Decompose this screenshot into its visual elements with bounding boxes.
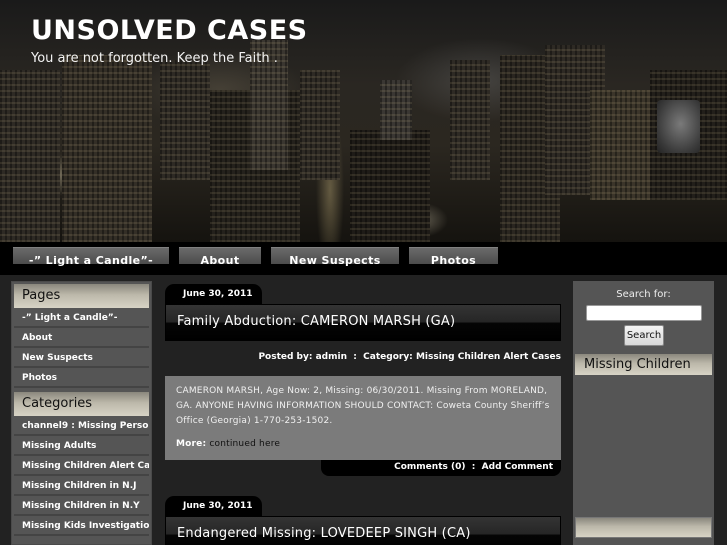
search-button[interactable]: Search	[624, 325, 664, 346]
header-skyline-building	[62, 55, 152, 242]
search-input[interactable]	[586, 305, 702, 321]
footer-separator: :	[471, 462, 476, 472]
pages-widget-title: Pages	[14, 284, 149, 308]
nav-label: About	[200, 254, 240, 267]
post-category-link[interactable]: Missing Children Alert Cases	[416, 352, 561, 362]
sidebar-page-about[interactable]: About	[14, 328, 149, 348]
nav-light-a-candle[interactable]: -” Light a Candle”-	[13, 247, 169, 267]
site-tagline: You are not forgotten. Keep the Faith .	[31, 51, 278, 66]
main-nav: -” Light a Candle”- About New Suspects P…	[0, 242, 727, 275]
post-date: June 30, 2011	[165, 496, 262, 516]
post-author-link[interactable]: admin	[316, 352, 347, 362]
posted-by-label: Posted by:	[258, 352, 313, 362]
site-header: UNSOLVED CASES You are not forgotten. Ke…	[0, 0, 727, 242]
categories-widget-title: Categories	[14, 392, 149, 416]
header-skyline-building	[380, 80, 412, 140]
sidebar-category-item[interactable]: Missing Kids Investigations	[14, 516, 149, 536]
more-label: More:	[176, 439, 207, 449]
header-skyline-building	[350, 130, 430, 242]
sidebar-category-item[interactable]: Missing Children in N.Y	[14, 496, 149, 516]
meta-separator: :	[353, 352, 357, 362]
sidebar-category-item[interactable]: Missing Adults	[14, 436, 149, 456]
right-sidebar: Search for: Search Missing Children	[573, 281, 714, 545]
post-title-bar: Endangered Missing: LOVEDEEP SINGH (CA)	[165, 516, 561, 545]
header-skyline-building	[160, 60, 210, 180]
widget-title-bar	[575, 517, 712, 538]
missing-children-widget-title: Missing Children	[575, 354, 712, 375]
post-date: June 30, 2011	[165, 284, 262, 304]
post-footer: Comments (0) : Add Comment	[321, 460, 561, 476]
nav-label: -” Light a Candle”-	[28, 254, 154, 267]
comments-link[interactable]: Comments (0)	[394, 462, 465, 472]
nav-label: Photos	[430, 254, 477, 267]
post-title-link[interactable]: Endangered Missing: LOVEDEEP SINGH (CA)	[177, 526, 471, 541]
category-label: Category:	[363, 352, 413, 362]
header-photo-billboard	[657, 100, 700, 153]
sidebar-page-new-suspects[interactable]: New Suspects	[14, 348, 149, 368]
header-skyline-building	[590, 90, 650, 200]
left-sidebar: Pages -” Light a Candle”- About New Susp…	[11, 281, 152, 545]
post-meta: Posted by: admin : Category: Missing Chi…	[258, 352, 561, 362]
header-skyline-building	[450, 60, 490, 180]
sidebar-page-light-a-candle[interactable]: -” Light a Candle”-	[14, 308, 149, 328]
sidebar-category-item[interactable]: Missing Children Alert Cases	[14, 456, 149, 476]
nav-about[interactable]: About	[179, 247, 261, 267]
nav-photos[interactable]: Photos	[409, 247, 498, 267]
header-skyline-building	[0, 70, 60, 242]
sidebar-category-item[interactable]: Missing Children in N.J	[14, 476, 149, 496]
sidebar-category-item[interactable]: channel9 : Missing Persons	[14, 416, 149, 436]
search-label: Search for:	[616, 289, 671, 300]
post-title-bar: Family Abduction: CAMERON MARSH (GA)	[165, 304, 561, 341]
nav-label: New Suspects	[289, 254, 381, 267]
add-comment-link[interactable]: Add Comment	[482, 462, 553, 472]
sidebar-page-photos[interactable]: Photos	[14, 368, 149, 388]
nav-new-suspects[interactable]: New Suspects	[271, 247, 399, 267]
post-more: More: continued here	[176, 437, 550, 452]
post-excerpt-text: CAMERON MARSH, Age Now: 2, Missing: 06/3…	[176, 386, 550, 426]
header-skyline-building	[300, 70, 340, 180]
post-excerpt: CAMERON MARSH, Age Now: 2, Missing: 06/3…	[165, 376, 561, 460]
post-title-link[interactable]: Family Abduction: CAMERON MARSH (GA)	[177, 314, 455, 329]
continued-here-link[interactable]: continued here	[209, 439, 280, 449]
site-title[interactable]: UNSOLVED CASES	[31, 15, 308, 46]
